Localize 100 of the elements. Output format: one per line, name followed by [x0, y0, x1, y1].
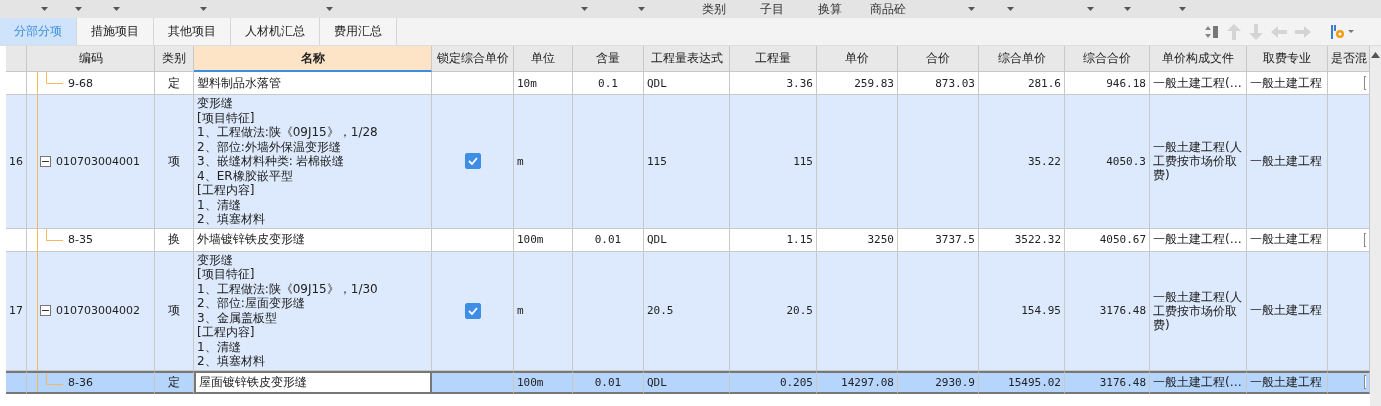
column-header[interactable]: 合价: [898, 46, 979, 72]
table-cell[interactable]: 外墙镀锌铁皮变形缝: [194, 228, 432, 252]
table-cell: 3176.48: [1065, 370, 1150, 394]
caret-icon[interactable]: [200, 7, 207, 11]
table-cell: 20.5: [644, 251, 730, 371]
table-cell: 14297.08: [817, 370, 898, 394]
table-cell: 一般土建工程: [1247, 370, 1328, 394]
table-cell: 项: [155, 251, 194, 371]
table-cell: 4050.67: [1065, 228, 1150, 252]
caret-icon[interactable]: [1007, 7, 1014, 11]
caret-icon[interactable]: [75, 7, 82, 11]
table-cell: 115: [644, 95, 730, 229]
table-cell: 35.22: [979, 95, 1065, 229]
table-cell: 一般土建工程: [1247, 95, 1328, 229]
column-header[interactable]: 工程量: [730, 46, 817, 72]
scroll-up-icon[interactable]: [1371, 52, 1380, 58]
caret-icon[interactable]: [1179, 7, 1186, 11]
table-cell: 换: [155, 228, 194, 252]
table-cell: 3176.48: [1065, 251, 1150, 371]
table-cell: 0.01: [573, 370, 644, 394]
caret-icon[interactable]: [638, 7, 645, 11]
table-cell: 115: [730, 95, 817, 229]
column-header[interactable]: 类别: [155, 46, 194, 72]
table-cell: 10m: [514, 72, 573, 95]
caret-icon[interactable]: [113, 7, 120, 11]
table-cell: 946.18: [1065, 72, 1150, 95]
table-cell: m: [514, 251, 573, 371]
column-header[interactable]: 含量: [573, 46, 644, 72]
table-cell: 一般土建工程: [1247, 251, 1328, 371]
caret-icon[interactable]: [581, 7, 588, 11]
caret-icon[interactable]: [326, 7, 333, 11]
scrollbar[interactable]: [1370, 46, 1381, 406]
collapse-toggle[interactable]: [40, 155, 51, 167]
checkmark-icon: [467, 157, 478, 166]
column-header[interactable]: 综合合价: [1065, 46, 1150, 72]
column-header[interactable]: 是否混: [1328, 46, 1370, 72]
table-cell: 一般土建工程: [1247, 72, 1328, 95]
table-cell: 一般土建工程(…: [1150, 72, 1247, 95]
table-cell[interactable]: 变形缝 [项目特征] 1、工程做法:陕《09J15》，1/30 2、部位:屋面变形缝 3、金属盖板型 [工程内容] 1、清缝 2、填塞材料: [194, 251, 432, 371]
table-cell: 3.36: [730, 72, 817, 95]
column-header[interactable]: 单价构成文件: [1150, 46, 1247, 72]
table-cell: 873.03: [898, 72, 979, 95]
caret-icon[interactable]: [1124, 7, 1131, 11]
table-cell: 项: [155, 95, 194, 229]
column-header[interactable]: 单价: [817, 46, 898, 72]
column-header[interactable]: 工程量表达式: [644, 46, 730, 72]
table-cell: 0.1: [573, 72, 644, 95]
table-cell[interactable]: 屋面镀锌铁皮变形缝: [194, 370, 432, 394]
column-header[interactable]: 锁定综合单价: [432, 46, 514, 72]
tree-line: [46, 72, 63, 84]
table-cell: 100m: [514, 228, 573, 252]
filter-label[interactable]: 商品砼: [859, 0, 917, 18]
filter-label[interactable]: 子目: [743, 0, 801, 18]
column-header[interactable]: 取费专业: [1247, 46, 1328, 72]
table-cell: 8-36: [68, 375, 93, 389]
table-cell: 010703004001: [56, 154, 140, 168]
row-header[interactable]: 17: [6, 251, 27, 371]
table-cell: 281.6: [979, 72, 1065, 95]
table-cell: 一般土建工程(…: [1150, 370, 1247, 394]
column-header[interactable]: 名称: [194, 46, 432, 72]
checkbox[interactable]: [464, 302, 481, 319]
row-header[interactable]: 16: [6, 95, 27, 229]
table-cell[interactable]: 变形缝 [项目特征] 1、工程做法:陕《09J15》，1/28 2、部位:外墙外保温变形缝 3、嵌缝材料种类: 岩棉嵌缝 4、ER橡胶嵌平型 [工程内容] 1、清缝 2、填塞材料: [194, 95, 432, 229]
filter-label[interactable]: 类别: [685, 0, 743, 18]
table-cell: 9-68: [68, 76, 93, 90]
column-header[interactable]: 编码: [27, 46, 155, 72]
table-cell: 010703004002: [56, 304, 140, 317]
table-cell: 259.83: [817, 72, 898, 95]
table-cell: 0.01: [573, 228, 644, 252]
table-cell: 15495.02: [979, 370, 1065, 394]
table-cell: 一般土建工程: [1247, 228, 1328, 252]
table-cell: 3522.32: [979, 228, 1065, 252]
caret-icon[interactable]: [41, 7, 48, 11]
column-header[interactable]: 单位: [514, 46, 573, 72]
table-cell: 3737.5: [898, 228, 979, 252]
table-cell: QDL: [644, 228, 730, 252]
collapse-toggle[interactable]: [40, 305, 51, 316]
table-cell: m: [514, 95, 573, 229]
settings-icon[interactable]: [1331, 23, 1355, 40]
sort-icon[interactable]: [1205, 24, 1219, 39]
caret-icon[interactable]: [1087, 7, 1094, 11]
row-header[interactable]: [6, 370, 27, 394]
table-cell: 2930.9: [898, 370, 979, 394]
table-cell: 定: [155, 72, 194, 95]
column-header[interactable]: 综合单价: [979, 46, 1065, 72]
table-cell: 8-35: [68, 233, 93, 246]
table-cell: 定: [155, 370, 194, 394]
checkbox[interactable]: [464, 153, 481, 170]
table-cell: QDL: [644, 370, 730, 394]
table-cell: 20.5: [730, 251, 817, 371]
filter-label[interactable]: 换算: [801, 0, 859, 18]
checkmark-icon: [467, 306, 478, 315]
table-cell: 一般土建工程(人工费按市场价取费): [1150, 95, 1247, 229]
table-cell[interactable]: 塑料制品水落管: [194, 72, 432, 95]
tree-line: [46, 228, 63, 241]
table-cell: 一般土建工程(人工费按市场价取费): [1150, 251, 1247, 371]
caret-icon[interactable]: [968, 7, 975, 11]
table-cell: 0.205: [730, 370, 817, 394]
table-cell: 4050.3: [1065, 95, 1150, 229]
table-cell: 一般土建工程(…: [1150, 228, 1247, 252]
